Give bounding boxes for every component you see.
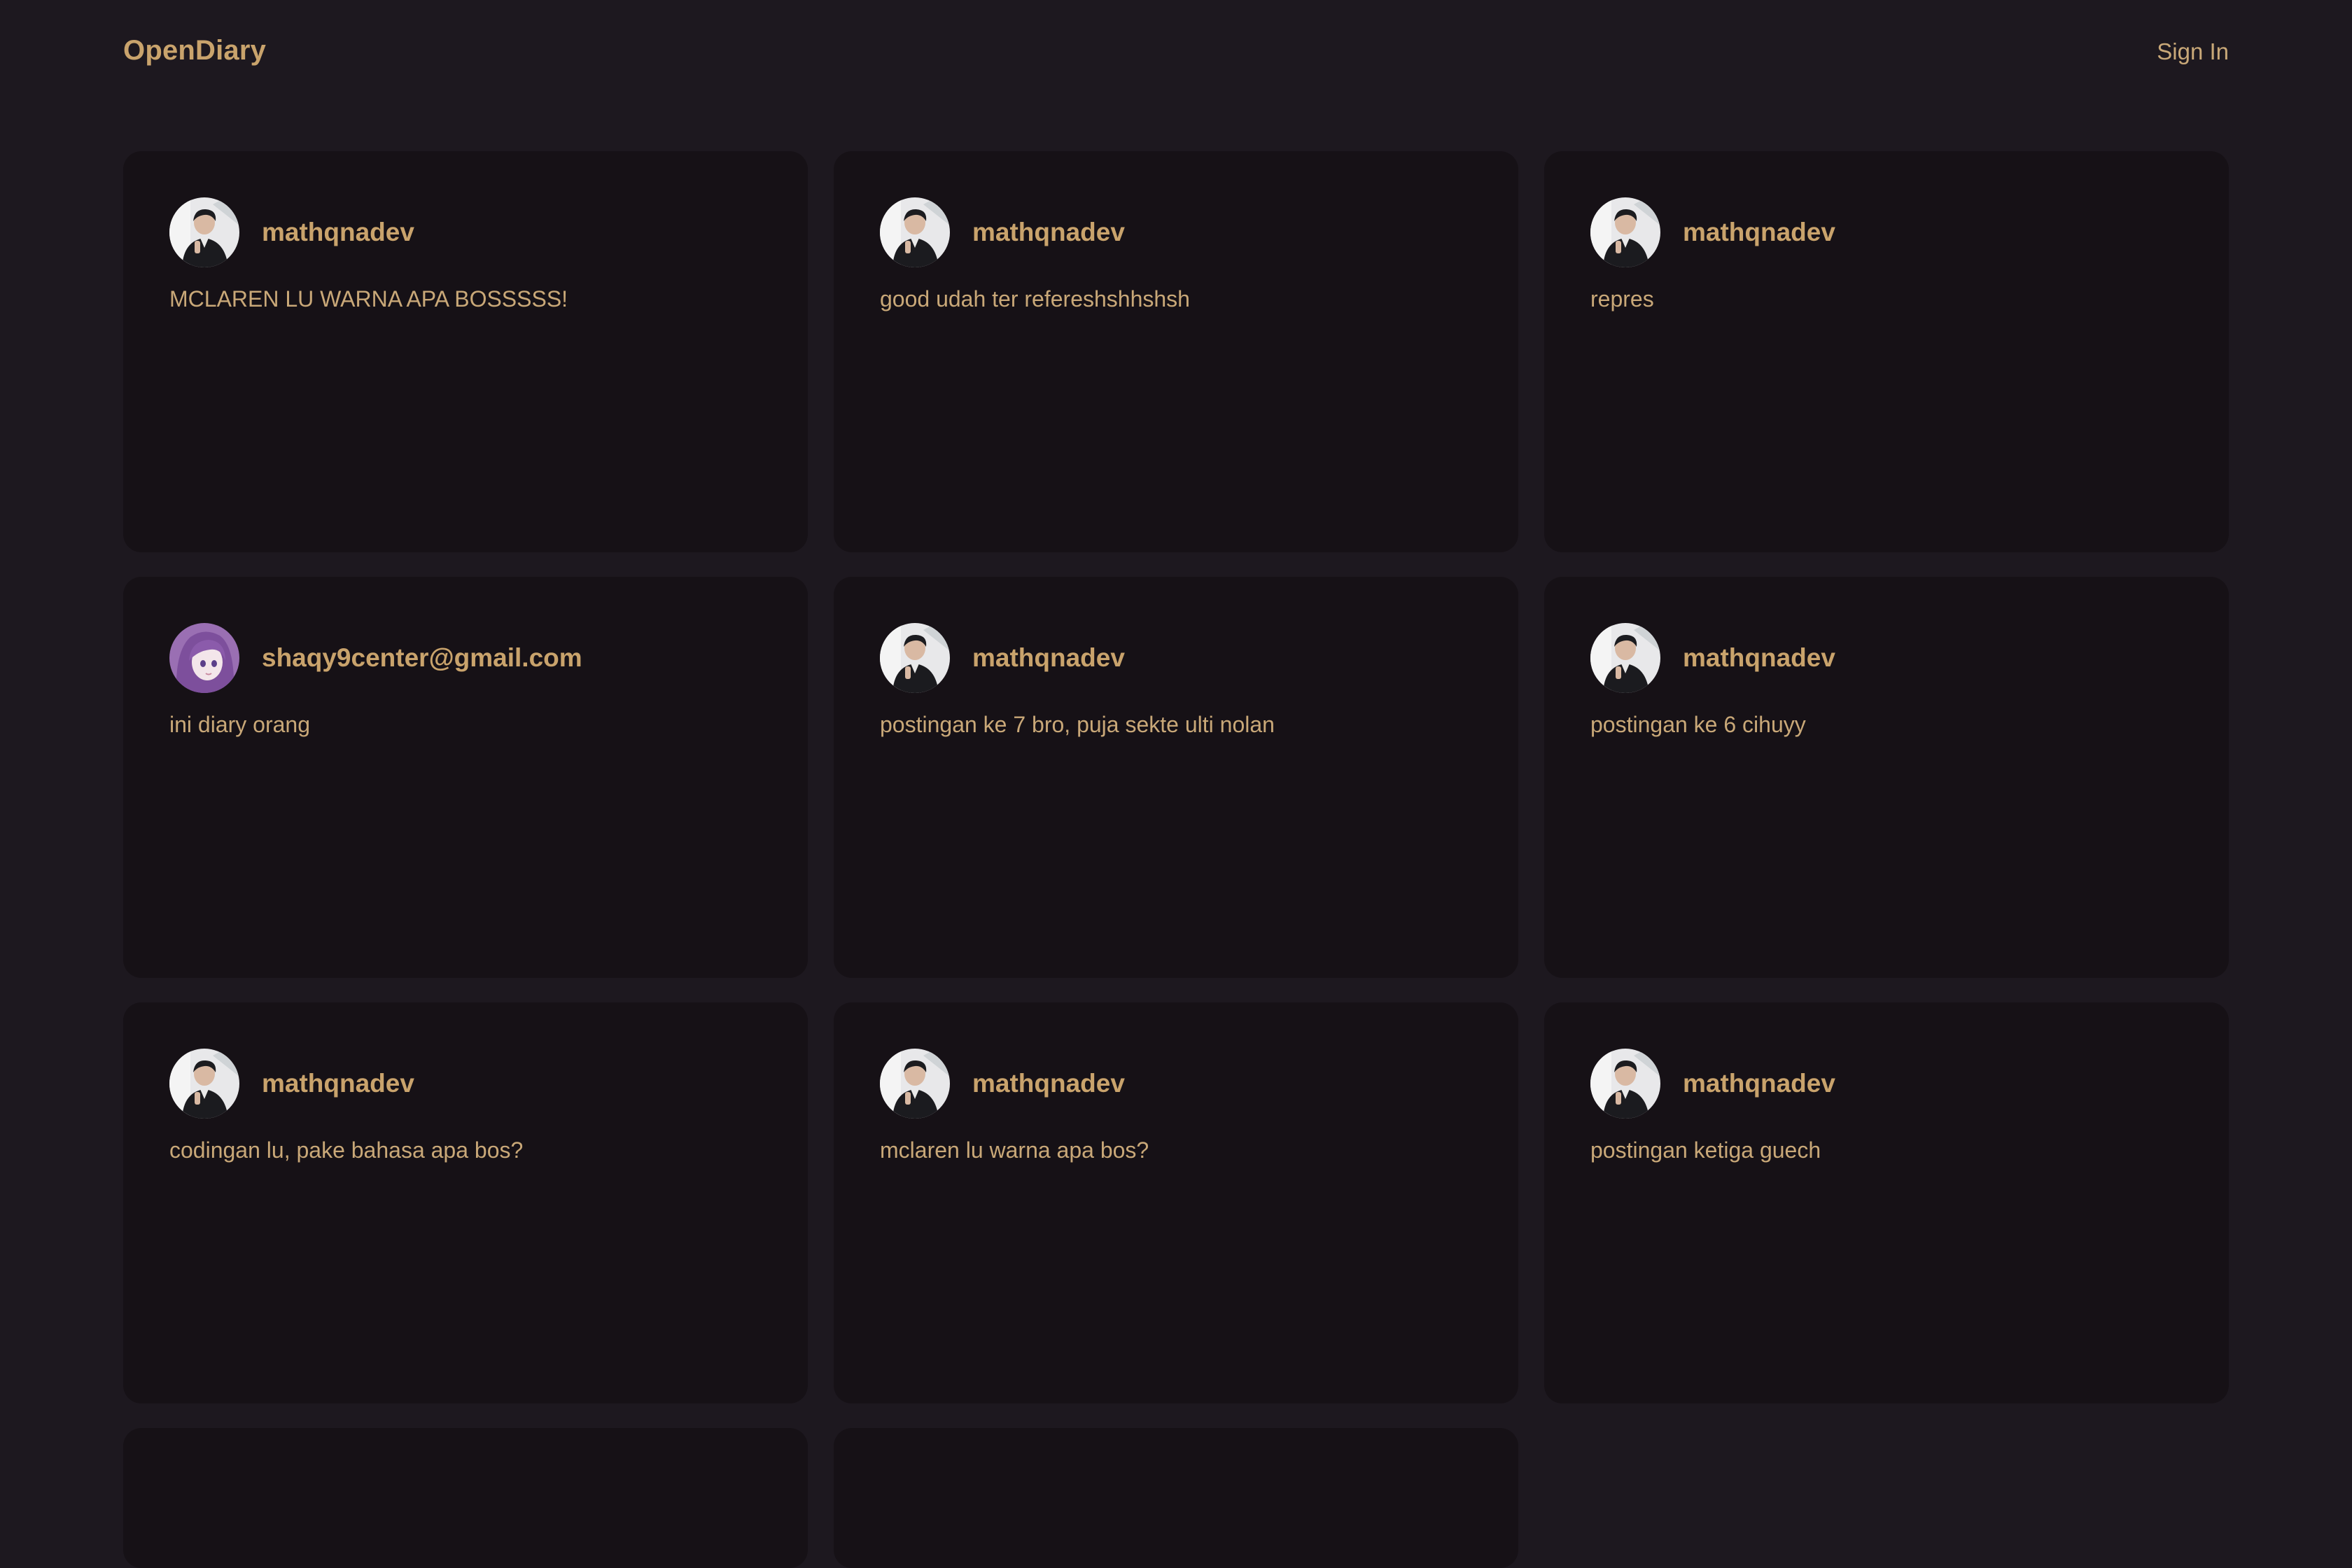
post-header: mathqnadev bbox=[880, 197, 1472, 267]
post-card[interactable] bbox=[123, 1428, 808, 1568]
post-content: good udah ter refereshshhshsh bbox=[880, 286, 1190, 312]
post-username[interactable]: mathqnadev bbox=[1683, 1069, 1835, 1098]
post-content: mclaren lu warna apa bos? bbox=[880, 1138, 1149, 1163]
post-username[interactable]: mathqnadev bbox=[1683, 218, 1835, 247]
post-card[interactable]: mathqnadev postingan ketiga guech bbox=[1544, 1002, 2229, 1404]
top-nav: OpenDiary Sign In bbox=[123, 0, 2229, 105]
post-username[interactable]: mathqnadev bbox=[1683, 643, 1835, 673]
sign-in-link[interactable]: Sign In bbox=[2157, 38, 2229, 65]
avatar[interactable] bbox=[169, 1049, 239, 1119]
post-content: postingan ke 7 bro, puja sekte ulti nola… bbox=[880, 712, 1275, 737]
post-header: shaqy9center@gmail.com bbox=[169, 623, 762, 693]
post-card[interactable]: mathqnadev postingan ke 6 cihuyy bbox=[1544, 577, 2229, 978]
purple-hair-anime-icon bbox=[169, 623, 239, 693]
post-grid: mathqnadev MCLAREN LU WARNA APA BOSSSSS!… bbox=[123, 151, 2229, 1568]
post-header: mathqnadev bbox=[880, 623, 1472, 693]
man-in-suit-icon bbox=[1590, 197, 1660, 267]
post-username[interactable]: mathqnadev bbox=[972, 1069, 1125, 1098]
avatar[interactable] bbox=[169, 197, 239, 267]
avatar[interactable] bbox=[1590, 623, 1660, 693]
avatar[interactable] bbox=[880, 197, 950, 267]
brand-logo[interactable]: OpenDiary bbox=[123, 35, 266, 66]
post-username[interactable]: mathqnadev bbox=[972, 643, 1125, 673]
post-header: mathqnadev bbox=[1590, 623, 2183, 693]
post-username[interactable]: mathqnadev bbox=[262, 1069, 414, 1098]
man-in-suit-icon bbox=[169, 1049, 239, 1119]
post-header: mathqnadev bbox=[169, 197, 762, 267]
post-header: mathqnadev bbox=[1590, 197, 2183, 267]
post-card[interactable]: mathqnadev repres bbox=[1544, 151, 2229, 552]
post-card[interactable]: shaqy9center@gmail.com ini diary orang bbox=[123, 577, 808, 978]
post-header: mathqnadev bbox=[1590, 1049, 2183, 1119]
post-card[interactable]: mathqnadev good udah ter refereshshhshsh bbox=[834, 151, 1518, 552]
man-in-suit-icon bbox=[880, 197, 950, 267]
post-content: codingan lu, pake bahasa apa bos? bbox=[169, 1138, 524, 1163]
man-in-suit-icon bbox=[880, 1049, 950, 1119]
avatar[interactable] bbox=[169, 623, 239, 693]
post-content: postingan ke 6 cihuyy bbox=[1590, 712, 1806, 737]
post-username[interactable]: shaqy9center@gmail.com bbox=[262, 643, 582, 673]
post-content: ini diary orang bbox=[169, 712, 310, 737]
avatar[interactable] bbox=[880, 623, 950, 693]
post-header: mathqnadev bbox=[880, 1049, 1472, 1119]
post-card[interactable]: mathqnadev postingan ke 7 bro, puja sekt… bbox=[834, 577, 1518, 978]
man-in-suit-icon bbox=[1590, 623, 1660, 693]
post-card[interactable]: mathqnadev codingan lu, pake bahasa apa … bbox=[123, 1002, 808, 1404]
post-username[interactable]: mathqnadev bbox=[262, 218, 414, 247]
man-in-suit-icon bbox=[1590, 1049, 1660, 1119]
avatar[interactable] bbox=[1590, 197, 1660, 267]
man-in-suit-icon bbox=[169, 197, 239, 267]
man-in-suit-icon bbox=[880, 623, 950, 693]
post-content: repres bbox=[1590, 286, 1654, 312]
avatar[interactable] bbox=[1590, 1049, 1660, 1119]
post-username[interactable]: mathqnadev bbox=[972, 218, 1125, 247]
post-content: postingan ketiga guech bbox=[1590, 1138, 1821, 1163]
avatar[interactable] bbox=[880, 1049, 950, 1119]
post-content: MCLAREN LU WARNA APA BOSSSSS! bbox=[169, 286, 568, 312]
post-card[interactable]: mathqnadev mclaren lu warna apa bos? bbox=[834, 1002, 1518, 1404]
post-card[interactable] bbox=[834, 1428, 1518, 1568]
post-header: mathqnadev bbox=[169, 1049, 762, 1119]
post-card[interactable]: mathqnadev MCLAREN LU WARNA APA BOSSSSS! bbox=[123, 151, 808, 552]
